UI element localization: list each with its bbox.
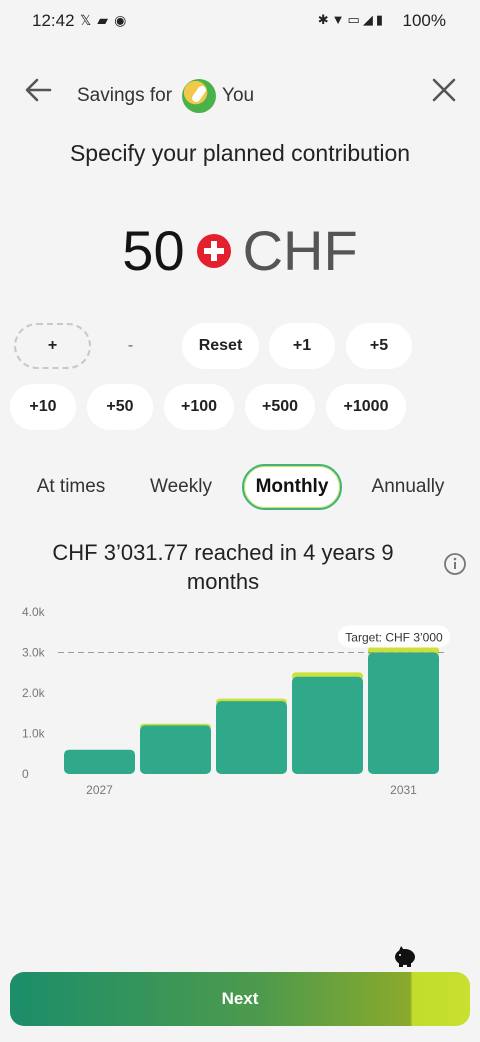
tab-annually[interactable]: Annually: [362, 464, 454, 510]
contribution-heading: Specify your planned contribution: [69, 140, 411, 166]
savings-chart: 4.0k 3.0k 2.0k 1.0k 0 2027 2031 Target: CHF 3’0…: [22, 605, 450, 797]
target-label: Target: CHF 3’000: [345, 631, 443, 645]
add-10-button[interactable]: +10: [10, 384, 76, 430]
reset-button[interactable]: Reset: [182, 323, 259, 369]
add-100-button[interactable]: +100: [164, 384, 234, 430]
goal-summary: CHF 3’031.77 reached in 4 years 9 months: [52, 540, 394, 594]
tab-weekly[interactable]: Weekly: [142, 464, 220, 510]
x-tick-label: 2031: [390, 783, 417, 797]
bar: [368, 652, 439, 774]
amount-currency: CHF: [242, 219, 358, 282]
swiss-flag-icon: [196, 233, 231, 268]
x-tick-label: 2027: [86, 783, 113, 797]
bar: [292, 676, 363, 774]
battery-icon: ▮: [375, 12, 386, 27]
add-500-button[interactable]: +500: [245, 384, 315, 430]
notification-icons: 𝕏▰◉: [80, 12, 132, 29]
title-prefix: Savings for: [77, 85, 173, 106]
bar: [64, 749, 135, 774]
y-tick-label: 3.0k: [22, 646, 46, 660]
app-icon: ◉: [114, 12, 133, 28]
amount-value: 50: [122, 219, 185, 282]
avatar: [182, 79, 217, 113]
add-50-button[interactable]: +50: [87, 384, 153, 430]
signal-icon: ◢: [362, 12, 376, 27]
page-title: Savings for You: [77, 79, 254, 113]
tab-at-times[interactable]: At times: [28, 464, 114, 510]
add-1-button[interactable]: +1: [269, 323, 335, 369]
x-icon: 𝕏: [80, 12, 98, 28]
battery-percent: 100%: [402, 11, 446, 30]
y-tick-label: 0: [22, 767, 29, 781]
info-icon[interactable]: [443, 552, 467, 576]
wifi-icon: ▼: [331, 12, 348, 27]
bookmark-icon: ▰: [97, 12, 115, 28]
amount-display: 50 CHF: [0, 218, 480, 283]
tab-monthly[interactable]: Monthly: [242, 464, 342, 510]
status-time: 12:42: [32, 11, 75, 30]
system-icons: ✱▼▭◢▮: [318, 12, 386, 28]
piggy-bank-icon: [395, 946, 415, 967]
arrow-left-icon[interactable]: [22, 74, 54, 106]
decrease-button[interactable]: -: [92, 323, 169, 369]
next-button[interactable]: Next: [10, 972, 470, 1026]
status-bar: 12:42 𝕏▰◉ ✱▼▭◢▮ 100%: [0, 0, 480, 44]
y-tick-label: 4.0k: [22, 605, 46, 619]
add-1000-button[interactable]: +1000: [326, 384, 406, 430]
y-tick-label: 1.0k: [22, 727, 46, 741]
volte-icon: ▭: [347, 12, 363, 27]
add-5-button[interactable]: +5: [346, 323, 412, 369]
bar: [140, 725, 211, 774]
close-icon[interactable]: [428, 74, 460, 106]
title-user: You: [222, 85, 255, 106]
bar: [216, 701, 287, 774]
increase-button[interactable]: +: [14, 323, 91, 369]
y-tick-label: 2.0k: [22, 686, 46, 700]
bluetooth-icon: ✱: [317, 12, 332, 27]
